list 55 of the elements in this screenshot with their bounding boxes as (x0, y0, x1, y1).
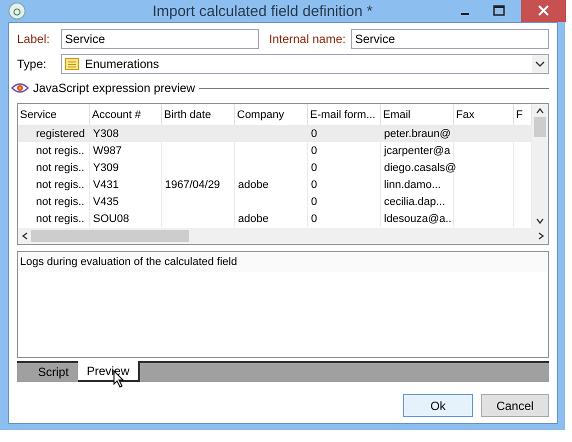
close-icon[interactable] (521, 0, 566, 22)
table-cell: Y308 (90, 125, 162, 142)
table-cell: jcarpenter@a (381, 142, 454, 159)
table-cell: Y309 (90, 159, 162, 176)
scroll-right-icon[interactable] (537, 232, 545, 240)
table-cell: not regis.. (18, 210, 90, 227)
table-cell: 0 (308, 193, 381, 210)
table-cell: cecilia.dap... (381, 193, 454, 210)
scroll-up-icon[interactable] (536, 107, 544, 115)
ok-button[interactable]: Ok (403, 394, 473, 417)
scroll-left-icon[interactable] (21, 232, 29, 240)
cancel-button[interactable]: Cancel (481, 394, 549, 417)
section-title: JavaScript expression preview (33, 81, 196, 95)
type-dropdown[interactable]: Enumerations (61, 54, 549, 74)
scroll-down-icon[interactable] (536, 217, 544, 225)
table-cell: diego.casals@ (381, 159, 454, 176)
tab[interactable]: Preview (78, 361, 140, 382)
app-logo-icon (8, 2, 26, 20)
table-cell: peter.braun@ (381, 125, 454, 142)
maximize-icon[interactable] (493, 5, 505, 17)
table-cell: adobe (235, 176, 308, 193)
table-cell: 1967/04/29 (162, 176, 235, 193)
vertical-scrollbar[interactable] (532, 104, 548, 228)
table-cell: not regis.. (18, 193, 90, 210)
scroll-thumb[interactable] (31, 230, 189, 242)
table-cell: adobe (235, 210, 308, 227)
eye-icon (11, 82, 29, 94)
type-value: Enumerations (85, 57, 160, 71)
table-cell: 0 (308, 125, 381, 142)
scroll-thumb[interactable] (534, 117, 546, 137)
table-cell: not regis.. (18, 159, 90, 176)
list-icon (65, 58, 79, 70)
table-cell: W987 (90, 142, 162, 159)
label-caption: Label: (17, 32, 51, 46)
table-cell: registered (18, 125, 90, 142)
table-cell: 0 (308, 210, 381, 227)
table-cell: V431 (90, 176, 162, 193)
table-cell: not regis.. (18, 176, 90, 193)
logs-header: Logs during evaluation of the calculated field (20, 256, 238, 268)
window-title: Import calculated field definition * (151, 2, 374, 20)
table-row[interactable]: registered Y308 0 peter.braun@ (18, 125, 532, 142)
label-field[interactable]: Service (61, 29, 259, 49)
horizontal-scrollbar[interactable] (18, 228, 548, 244)
table-cell: V435 (90, 193, 162, 210)
table-cell: 0 (308, 142, 381, 159)
table-cell: SOU08 (90, 210, 162, 227)
table-cell: ldesouza@a.. (381, 210, 454, 227)
table-cell: linn.damo... (381, 176, 454, 193)
internal-name-field[interactable]: Service (351, 29, 549, 49)
table-cell: 0 (308, 176, 381, 193)
tab[interactable]: Script (29, 361, 78, 382)
table-cell: not regis.. (18, 142, 90, 159)
type-caption: Type: (17, 57, 48, 71)
internal-name-caption: Internal name: (269, 32, 347, 46)
table-cell: 0 (308, 159, 381, 176)
